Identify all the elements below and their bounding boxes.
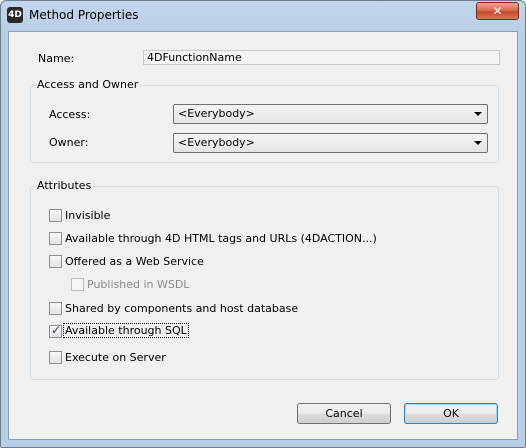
name-label: Name: bbox=[38, 52, 75, 65]
4daction-label[interactable]: Available through 4D HTML tags and URLs … bbox=[65, 232, 377, 245]
method-properties-window: 4D Method Properties ✕ Name: 4DFunctionN… bbox=[0, 0, 526, 448]
access-select-value: <Everybody> bbox=[178, 107, 255, 120]
wsdl-checkbox bbox=[71, 278, 84, 291]
chevron-down-icon bbox=[474, 112, 482, 116]
sql-checkbox[interactable]: ✓ bbox=[49, 323, 62, 338]
chevron-down-icon bbox=[474, 141, 482, 145]
checkmark-icon: ✓ bbox=[51, 323, 62, 337]
owner-label: Owner: bbox=[49, 136, 89, 149]
shared-components-checkbox[interactable] bbox=[49, 302, 62, 315]
web-service-checkbox[interactable] bbox=[49, 255, 62, 268]
invisible-label[interactable]: Invisible bbox=[65, 209, 110, 222]
name-field: 4DFunctionName bbox=[143, 50, 500, 65]
shared-components-label[interactable]: Shared by components and host database bbox=[65, 302, 298, 315]
access-owner-group-title: Access and Owner bbox=[35, 78, 141, 91]
attributes-group-title: Attributes bbox=[35, 179, 94, 192]
access-label: Access: bbox=[49, 108, 91, 121]
execute-on-server-checkbox[interactable] bbox=[49, 351, 62, 364]
4d-app-icon: 4D bbox=[7, 7, 23, 23]
access-select[interactable]: <Everybody> bbox=[173, 104, 488, 124]
execute-on-server-label[interactable]: Execute on Server bbox=[65, 351, 166, 364]
web-service-label[interactable]: Offered as a Web Service bbox=[65, 255, 204, 268]
4daction-checkbox[interactable] bbox=[49, 232, 62, 245]
owner-select[interactable]: <Everybody> bbox=[173, 133, 488, 153]
dialog-body: Name: 4DFunctionName Access and Owner Ac… bbox=[8, 31, 518, 440]
window-title: Method Properties bbox=[29, 8, 139, 22]
close-icon: ✕ bbox=[492, 4, 503, 18]
sql-label[interactable]: Available through SQL bbox=[63, 323, 189, 338]
cancel-button[interactable]: Cancel bbox=[297, 403, 391, 424]
ok-button[interactable]: OK bbox=[404, 403, 498, 424]
close-button[interactable]: ✕ bbox=[476, 2, 519, 20]
invisible-checkbox[interactable] bbox=[49, 209, 62, 222]
owner-select-value: <Everybody> bbox=[178, 136, 255, 149]
wsdl-label: Published in WSDL bbox=[87, 278, 190, 291]
title-bar[interactable]: 4D Method Properties ✕ bbox=[1, 1, 525, 31]
